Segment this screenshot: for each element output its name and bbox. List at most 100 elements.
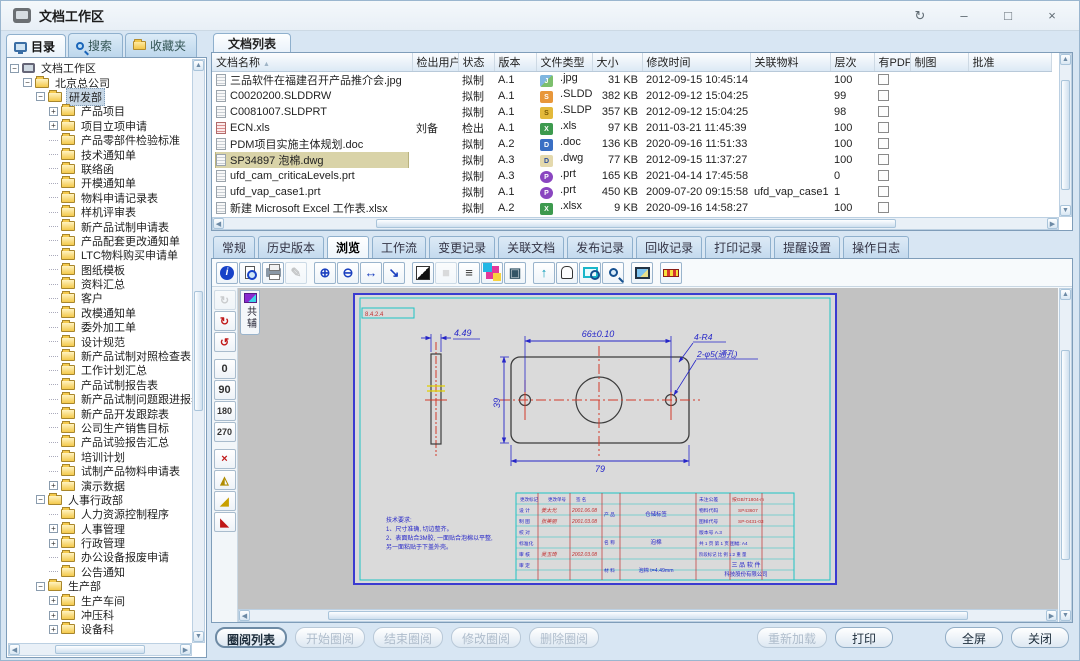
button-关闭[interactable]: 关闭: [1011, 627, 1069, 648]
tree-item[interactable]: 产品试验报告汇总: [49, 435, 192, 449]
expand-icon[interactable]: +: [49, 596, 58, 605]
collapse-icon[interactable]: −: [36, 495, 45, 504]
detail-tab-操作日志[interactable]: 操作日志: [843, 236, 909, 258]
table-row[interactable]: ufd_vap_case1.prt拟制A.1P .prt450 KB2009-0…: [212, 184, 1051, 200]
rotate-90-icon[interactable]: 90: [214, 380, 236, 400]
tree-item[interactable]: 新产品试制申请表: [49, 219, 192, 233]
zoom-in-icon[interactable]: ⊕: [314, 262, 336, 284]
scroll-up-arrow[interactable]: ▲: [1060, 54, 1071, 65]
expand-icon[interactable]: +: [49, 611, 58, 620]
column-header-版本[interactable]: 版本: [494, 53, 536, 71]
scroll-down-arrow[interactable]: ▼: [193, 631, 204, 642]
zoom-window-icon[interactable]: [579, 262, 601, 284]
scroll-left-arrow[interactable]: ◀: [9, 644, 20, 655]
pdf-checkbox[interactable]: [878, 122, 889, 133]
detail-tab-回收记录[interactable]: 回收记录: [636, 236, 702, 258]
detail-tab-常规[interactable]: 常规: [213, 236, 255, 258]
collapse-icon[interactable]: −: [36, 582, 45, 591]
scroll-up-arrow[interactable]: ▲: [193, 60, 204, 71]
tree-item[interactable]: LTC物料购买申请单: [49, 248, 192, 262]
tree-item[interactable]: 物料申请记录表: [49, 191, 192, 205]
rotate-0-icon[interactable]: 0: [214, 359, 236, 379]
collapse-icon[interactable]: −: [36, 92, 45, 101]
collapse-icon[interactable]: −: [23, 78, 32, 87]
tree-item[interactable]: −生产部: [36, 579, 192, 593]
detail-tab-变更记录[interactable]: 变更记录: [429, 236, 495, 258]
column-header-有PDF[interactable]: 有PDF: [874, 53, 910, 71]
pdf-checkbox[interactable]: [878, 74, 889, 85]
window-icon[interactable]: ▣: [504, 262, 526, 284]
column-header-批准[interactable]: 批准: [968, 53, 1051, 71]
tree-item[interactable]: 工作计划汇总: [49, 363, 192, 377]
rotate-reset-icon[interactable]: ×: [214, 449, 236, 469]
tree-item[interactable]: +冲压科: [49, 608, 192, 622]
tree-item[interactable]: 委外加工单: [49, 320, 192, 334]
tree-item[interactable]: 公告通知: [49, 565, 192, 579]
scroll-down-arrow[interactable]: ▼: [1060, 610, 1071, 621]
tree-item[interactable]: +设备科: [49, 622, 192, 636]
collapse-icon[interactable]: −: [10, 64, 19, 73]
tree-item[interactable]: 产品零部件检验标准: [49, 133, 192, 147]
mirror-vertical-icon[interactable]: ◭: [214, 470, 236, 490]
scroll-down-arrow[interactable]: ▼: [1060, 205, 1071, 216]
maximize-icon[interactable]: □: [999, 7, 1017, 25]
nav-tab-目录[interactable]: 目录: [6, 34, 66, 58]
tree-item[interactable]: +产品项目: [49, 104, 192, 118]
column-header-状态[interactable]: 状态: [458, 53, 494, 71]
tree-item[interactable]: 人力资源控制程序: [49, 507, 192, 521]
tree-item[interactable]: +行政管理: [49, 536, 192, 550]
tree-item[interactable]: −研发部: [36, 90, 192, 104]
detail-tab-工作流[interactable]: 工作流: [372, 236, 426, 258]
tree-item[interactable]: 产品配套更改通知单: [49, 234, 192, 248]
column-header-修改时间[interactable]: 修改时间: [642, 53, 750, 71]
tree-item[interactable]: 办公设备报废申请: [49, 550, 192, 564]
expand-icon[interactable]: +: [49, 107, 58, 116]
tree-item[interactable]: −北京总公司: [23, 75, 192, 89]
tree-item[interactable]: 改模通知单: [49, 306, 192, 320]
pdf-checkbox[interactable]: [878, 186, 889, 197]
rotate-270-icon[interactable]: 270: [214, 422, 236, 442]
column-header-文件类型[interactable]: 文件类型: [536, 53, 592, 71]
tree-item[interactable]: 新产品开发跟踪表: [49, 406, 192, 420]
rotate-180-icon[interactable]: 180: [214, 401, 236, 421]
table-row[interactable]: C0020200.SLDDRW拟制A.1S .SLDDRW382 KB2012-…: [212, 88, 1051, 104]
measure-icon[interactable]: [660, 262, 682, 284]
table-row[interactable]: C0081007.SLDPRT拟制A.1S .SLDPRT357 KB2012-…: [212, 104, 1051, 120]
pdf-checkbox[interactable]: [878, 138, 889, 149]
tree-item[interactable]: 公司生产销售目标: [49, 421, 192, 435]
tree-item[interactable]: 试制产品物料申请表: [49, 464, 192, 478]
table-row[interactable]: PDM项目实施主体规划.doc拟制A.2D .doc136 KB2020-09-…: [212, 136, 1051, 152]
tree-item[interactable]: −文档工作区: [10, 61, 192, 75]
column-header-大小[interactable]: 大小: [592, 53, 642, 71]
zoom-out-icon[interactable]: ⊖: [337, 262, 359, 284]
tree-item[interactable]: 新产品试制对照检查表: [49, 349, 192, 363]
button-全屏[interactable]: 全屏: [945, 627, 1003, 648]
fit-width-icon[interactable]: ↔: [360, 262, 382, 284]
scroll-left-arrow[interactable]: ◀: [213, 218, 224, 229]
layers-icon[interactable]: ≡: [458, 262, 480, 284]
scroll-right-arrow[interactable]: ▶: [180, 644, 191, 655]
table-row[interactable]: ufd_cam_criticaLevels.prt拟制A.3P .prt165 …: [212, 168, 1051, 184]
nav-tab-收藏夹[interactable]: 收藏夹: [125, 33, 197, 57]
pdf-checkbox[interactable]: [878, 202, 889, 213]
detail-tab-打印记录[interactable]: 打印记录: [705, 236, 771, 258]
expand-icon[interactable]: +: [49, 625, 58, 634]
tree-item[interactable]: 图纸模板: [49, 262, 192, 276]
tree-item[interactable]: 技术通知单: [49, 147, 192, 161]
mirror-left-icon[interactable]: ◢: [214, 491, 236, 511]
column-header-文档名称[interactable]: 文档名称▲: [212, 53, 412, 71]
tree-item[interactable]: 设计规范: [49, 334, 192, 348]
fit-page-icon[interactable]: ↘: [383, 262, 405, 284]
expand-icon[interactable]: +: [49, 524, 58, 533]
tree-item[interactable]: 开模通知单: [49, 176, 192, 190]
tree-item[interactable]: 产品试制报告表: [49, 378, 192, 392]
tree-item[interactable]: 样机评审表: [49, 205, 192, 219]
preview-doc-icon[interactable]: [239, 262, 261, 284]
canvas-hscroll-thumb[interactable]: [328, 611, 968, 620]
nav-tab-搜索[interactable]: 搜索: [68, 33, 123, 57]
canvas-horizontal-scrollbar[interactable]: ◀ ▶: [238, 609, 1058, 622]
viewer-canvas[interactable]: 共辅 8.4.2.4: [238, 288, 1058, 622]
detail-tab-发布记录[interactable]: 发布记录: [567, 236, 633, 258]
tree-item[interactable]: 联络函: [49, 162, 192, 176]
table-row[interactable]: 新建 Microsoft Excel 工作表.xlsx拟制A.2X .xlsx9…: [212, 200, 1051, 216]
